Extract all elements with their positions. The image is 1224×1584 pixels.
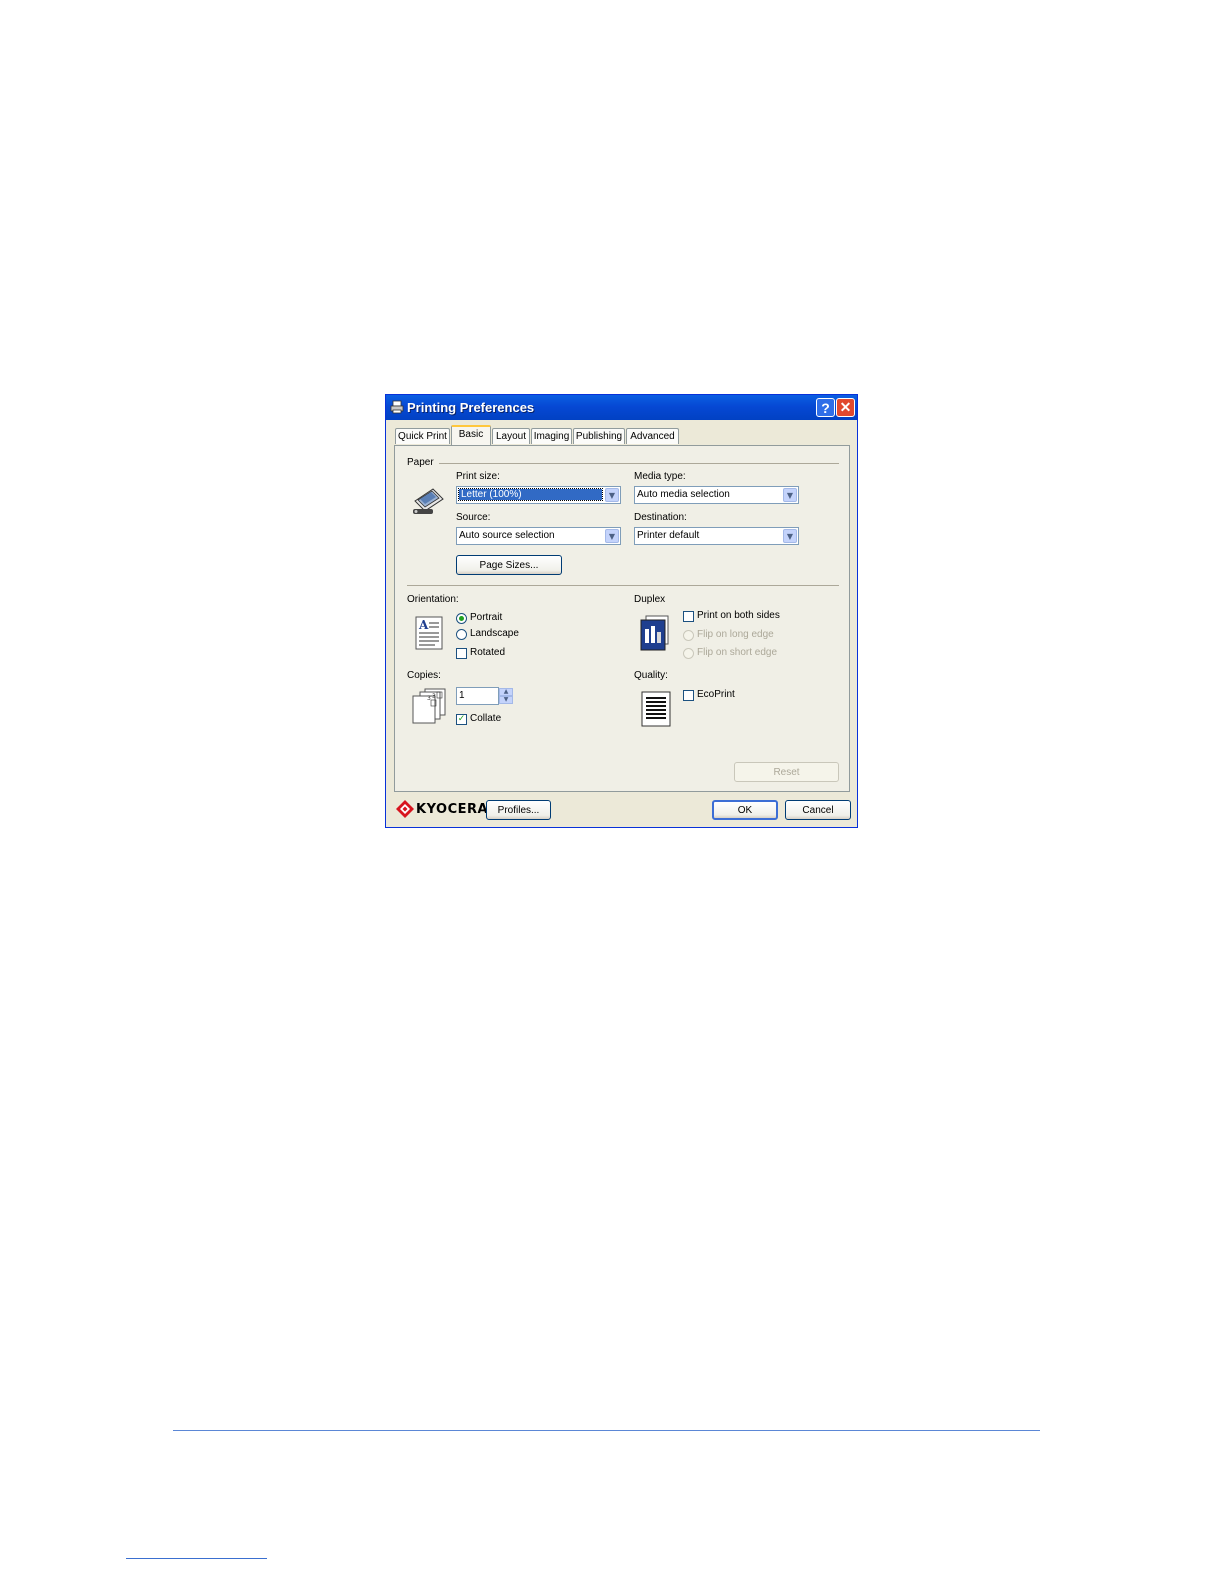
chevron-down-icon[interactable]: ▼ xyxy=(783,488,797,502)
kyocera-logo: KYOCERA xyxy=(396,800,488,818)
paper-group-label: Paper xyxy=(407,457,434,468)
landscape-label[interactable]: Landscape xyxy=(470,628,519,639)
chevron-down-icon[interactable]: ▼ xyxy=(605,488,619,502)
flip-long-edge-label: Flip on long edge xyxy=(697,629,774,640)
copies-value: 1 xyxy=(459,690,465,701)
printer-icon xyxy=(390,400,404,414)
source-select[interactable]: Auto source selection ▼ xyxy=(456,527,621,545)
print-both-sides-label[interactable]: Print on both sides xyxy=(697,610,780,621)
help-icon: ? xyxy=(821,399,830,416)
media-type-label: Media type: xyxy=(634,471,686,482)
media-type-value: Auto media selection xyxy=(637,489,730,500)
duplex-label: Duplex xyxy=(634,594,666,605)
svg-text:A: A xyxy=(418,618,429,632)
cancel-button[interactable]: Cancel xyxy=(785,800,851,820)
destination-label: Destination: xyxy=(634,512,687,523)
kyocera-logo-icon xyxy=(396,800,414,818)
ecoprint-label[interactable]: EcoPrint xyxy=(697,689,735,700)
flip-short-edge-radio xyxy=(683,648,694,659)
spin-down-icon[interactable]: ▼ xyxy=(499,696,513,704)
flip-long-edge-radio xyxy=(683,630,694,641)
ok-button[interactable]: OK xyxy=(712,800,778,820)
brand-name: KYOCERA xyxy=(416,801,489,817)
rotated-label[interactable]: Rotated xyxy=(470,647,505,658)
print-quality-icon xyxy=(641,691,671,727)
tab-advanced[interactable]: Advanced xyxy=(626,428,679,444)
close-icon: ✕ xyxy=(839,399,852,415)
basic-tab-panel: Paper Print size: Letter (100%) ▼ Media … xyxy=(394,445,850,792)
collate-checkbox[interactable]: ✓ xyxy=(456,714,467,725)
paper-tray-icon xyxy=(413,488,444,514)
tab-publishing[interactable]: Publishing xyxy=(573,428,625,444)
source-value: Auto source selection xyxy=(459,530,555,541)
destination-value: Printer default xyxy=(637,530,700,541)
page-sizes-button[interactable]: Page Sizes... xyxy=(456,555,562,575)
copies-input[interactable]: 1 xyxy=(456,687,499,705)
portrait-page-icon: A xyxy=(415,616,443,650)
portrait-radio[interactable] xyxy=(456,613,467,624)
chevron-down-icon[interactable]: ▼ xyxy=(783,529,797,543)
print-size-value: Letter (100%) xyxy=(458,488,603,501)
media-type-select[interactable]: Auto media selection ▼ xyxy=(634,486,799,504)
source-label: Source: xyxy=(456,512,491,523)
dialog-title: Printing Preferences xyxy=(407,400,535,415)
spin-up-icon[interactable]: ▲ xyxy=(499,688,513,696)
copies-stepper[interactable]: ▲ ▼ xyxy=(499,688,513,704)
ecoprint-checkbox[interactable] xyxy=(683,690,694,701)
paper-separator xyxy=(439,463,839,464)
profiles-button[interactable]: Profiles... xyxy=(486,800,551,820)
copies-label: Copies: xyxy=(407,670,441,681)
print-size-select[interactable]: Letter (100%) ▼ xyxy=(456,486,621,504)
tab-imaging[interactable]: Imaging xyxy=(531,428,572,444)
landscape-radio[interactable] xyxy=(456,629,467,640)
svg-text:3: 3 xyxy=(427,695,431,702)
duplex-pages-icon xyxy=(640,615,669,651)
tab-basic[interactable]: Basic xyxy=(451,425,491,445)
page-footer-rule xyxy=(126,1558,267,1559)
printing-preferences-dialog: Printing Preferences ? ✕ Quick Print Bas… xyxy=(385,394,858,828)
quality-label: Quality: xyxy=(634,670,668,681)
svg-text:3: 3 xyxy=(432,693,436,700)
rotated-checkbox[interactable] xyxy=(456,648,467,659)
tab-quick-print[interactable]: Quick Print xyxy=(395,428,450,444)
destination-select[interactable]: Printer default ▼ xyxy=(634,527,799,545)
title-bar[interactable]: Printing Preferences ? ✕ xyxy=(386,395,857,420)
orientation-label: Orientation: xyxy=(407,594,459,605)
flip-short-edge-label: Flip on short edge xyxy=(697,647,778,658)
reset-button[interactable]: Reset xyxy=(734,762,839,782)
close-button[interactable]: ✕ xyxy=(836,398,855,417)
page-divider-rule xyxy=(173,1430,1040,1431)
collate-copies-icon: 3 3 xyxy=(412,688,446,724)
paper-bottom-separator xyxy=(407,585,839,586)
chevron-down-icon[interactable]: ▼ xyxy=(605,529,619,543)
help-button[interactable]: ? xyxy=(816,398,835,417)
tab-layout[interactable]: Layout xyxy=(492,428,530,444)
portrait-label[interactable]: Portrait xyxy=(470,612,502,623)
collate-label[interactable]: Collate xyxy=(470,713,501,724)
print-both-sides-checkbox[interactable] xyxy=(683,611,694,622)
print-size-label: Print size: xyxy=(456,471,500,482)
